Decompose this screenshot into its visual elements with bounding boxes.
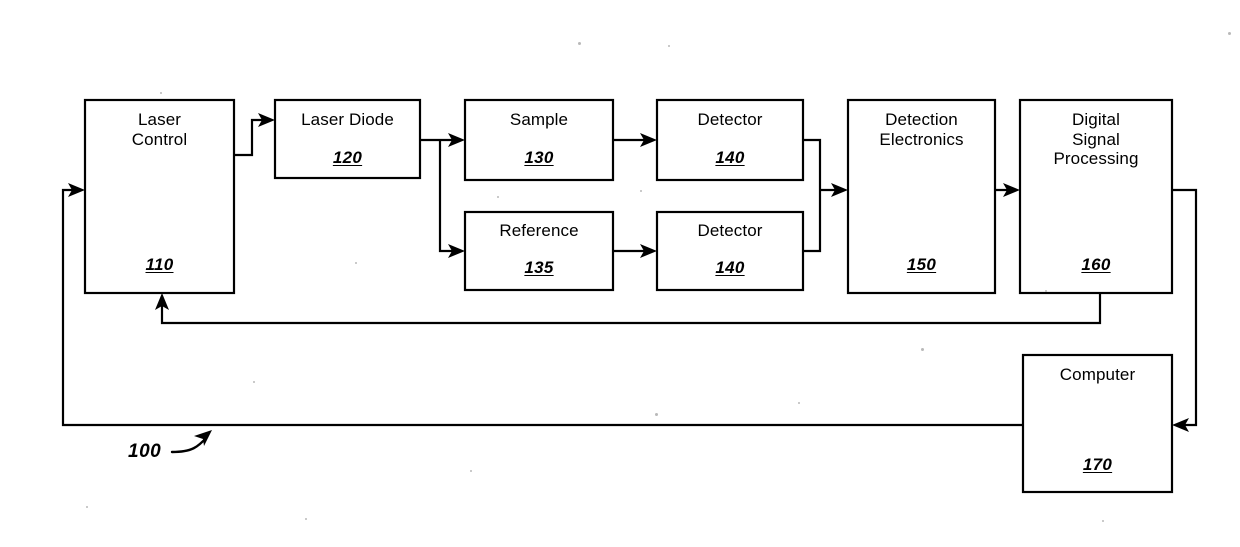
- connector-detectors-to-detection-electronics: [803, 138, 848, 253]
- connector-detection-electronics-to-dsp: [995, 183, 1020, 197]
- block-detector-reference-outline[interactable]: [655, 210, 805, 292]
- block-detection-electronics-outline[interactable]: [846, 98, 997, 295]
- connector-laser-diode-to-sample: [420, 133, 465, 147]
- diagram-vector-layer: [61, 98, 1198, 494]
- connector-dsp-to-computer: [1172, 188, 1198, 432]
- block-reference-outline[interactable]: [463, 210, 615, 292]
- block-detector-sample-outline[interactable]: [655, 98, 805, 182]
- arrowhead-figure-leader: [194, 430, 212, 446]
- block-computer-outline[interactable]: [1021, 353, 1174, 494]
- connector-laser-control-to-laser-diode: [234, 113, 275, 157]
- connector-laser-diode-to-reference: [438, 140, 465, 258]
- block-laser-diode-outline[interactable]: [273, 98, 422, 180]
- connector-reference-to-detector: [613, 244, 657, 258]
- connector-sample-to-detector: [613, 133, 657, 147]
- block-laser-control-outline[interactable]: [83, 98, 236, 295]
- connector-dsp-to-laser-control: [155, 293, 1102, 325]
- figure-leader-arrow: [170, 430, 212, 454]
- block-dsp-outline[interactable]: [1018, 98, 1174, 295]
- block-sample-outline[interactable]: [463, 98, 615, 182]
- patent-figure-canvas: Laser Control Laser Diode Sample Detecto…: [0, 0, 1240, 547]
